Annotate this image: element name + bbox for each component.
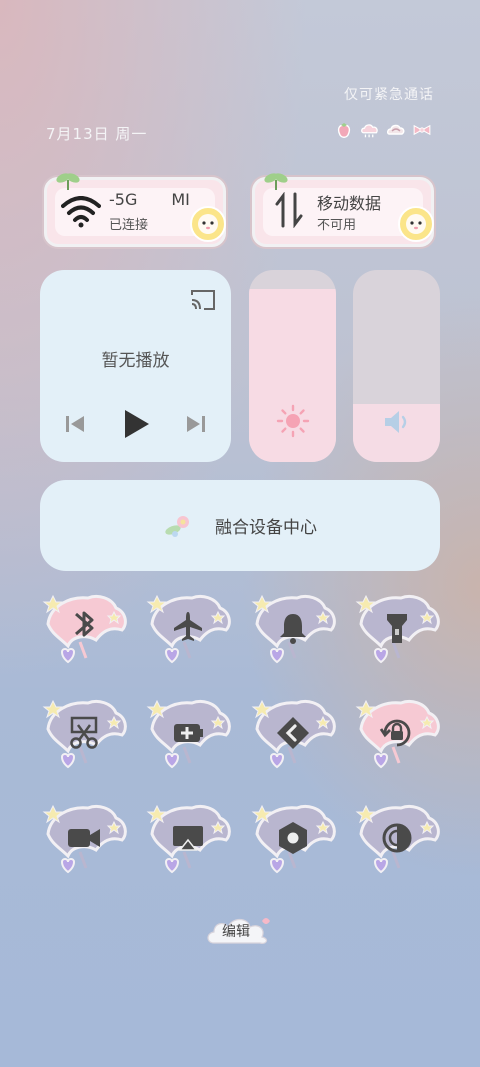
battery-plus-icon bbox=[168, 713, 208, 753]
toggle-code[interactable] bbox=[249, 695, 339, 779]
wifi-icon bbox=[61, 196, 101, 228]
toggle-screenshot[interactable] bbox=[40, 695, 130, 779]
toggle-flashlight[interactable] bbox=[353, 590, 443, 674]
wifi-cloud-icon bbox=[386, 120, 406, 140]
cloud-signal-icon bbox=[360, 120, 380, 140]
wifi-network-name: -5G MI bbox=[109, 190, 190, 209]
toggle-screen-cast[interactable] bbox=[144, 800, 234, 884]
sun-icon bbox=[276, 404, 309, 438]
sprout-icon bbox=[264, 173, 288, 190]
toggle-bell[interactable] bbox=[249, 590, 339, 674]
toggle-rotation-lock[interactable] bbox=[353, 695, 443, 779]
play-icon[interactable] bbox=[121, 408, 151, 440]
wifi-tile[interactable]: -5G MI 已连接 bbox=[44, 173, 226, 247]
mascot-icon bbox=[398, 206, 434, 242]
chevron-code-icon bbox=[273, 713, 313, 753]
wifi-status: 已连接 bbox=[109, 218, 149, 233]
hexagon-gear-icon bbox=[273, 818, 313, 858]
bell-icon bbox=[273, 608, 313, 648]
emergency-call-status: 仅可紧急通话 bbox=[344, 87, 434, 103]
toggle-airplane[interactable] bbox=[144, 590, 234, 674]
previous-track-icon[interactable] bbox=[64, 413, 86, 435]
edit-button[interactable]: 编辑 bbox=[204, 913, 274, 947]
bow-icon bbox=[412, 120, 432, 140]
mobile-data-tile[interactable]: 移动数据 不可用 bbox=[252, 173, 434, 247]
sprout-icon bbox=[56, 173, 80, 190]
toggle-bluetooth[interactable] bbox=[40, 590, 130, 674]
contrast-icon bbox=[377, 818, 417, 858]
device-center-label: 融合设备中心 bbox=[215, 518, 317, 538]
status-icons bbox=[334, 120, 432, 140]
bluetooth-icon bbox=[64, 608, 104, 648]
screen-cast-icon bbox=[168, 818, 208, 858]
volume-slider[interactable] bbox=[353, 270, 440, 462]
edit-label: 编辑 bbox=[222, 924, 250, 940]
now-playing-label: 暂无播放 bbox=[101, 351, 170, 371]
media-player-card[interactable]: 暂无播放 bbox=[40, 270, 231, 462]
brightness-slider[interactable] bbox=[249, 270, 336, 462]
mobile-data-status: 不可用 bbox=[317, 218, 357, 233]
flashlight-icon bbox=[377, 608, 417, 648]
toggle-screen-record[interactable] bbox=[40, 800, 130, 884]
date-label: 7月13日 周一 bbox=[46, 125, 148, 143]
mobile-data-arrows-icon bbox=[275, 192, 303, 228]
toggle-dark-mode[interactable] bbox=[353, 800, 443, 884]
toggle-power-saving[interactable] bbox=[144, 695, 234, 779]
mascot-icon bbox=[190, 206, 226, 242]
flower-bouquet-icon bbox=[165, 515, 189, 537]
next-track-icon[interactable] bbox=[185, 413, 207, 435]
mobile-data-title: 移动数据 bbox=[317, 194, 382, 213]
device-center-card[interactable]: 融合设备中心 bbox=[40, 480, 440, 571]
strawberry-icon bbox=[334, 120, 354, 140]
video-camera-icon bbox=[64, 818, 104, 858]
speaker-icon bbox=[384, 411, 406, 433]
toggle-settings[interactable] bbox=[249, 800, 339, 884]
rotation-lock-icon bbox=[377, 713, 417, 753]
cast-icon[interactable] bbox=[189, 288, 217, 312]
scissors-icon bbox=[64, 713, 104, 753]
airplane-icon bbox=[168, 608, 208, 648]
